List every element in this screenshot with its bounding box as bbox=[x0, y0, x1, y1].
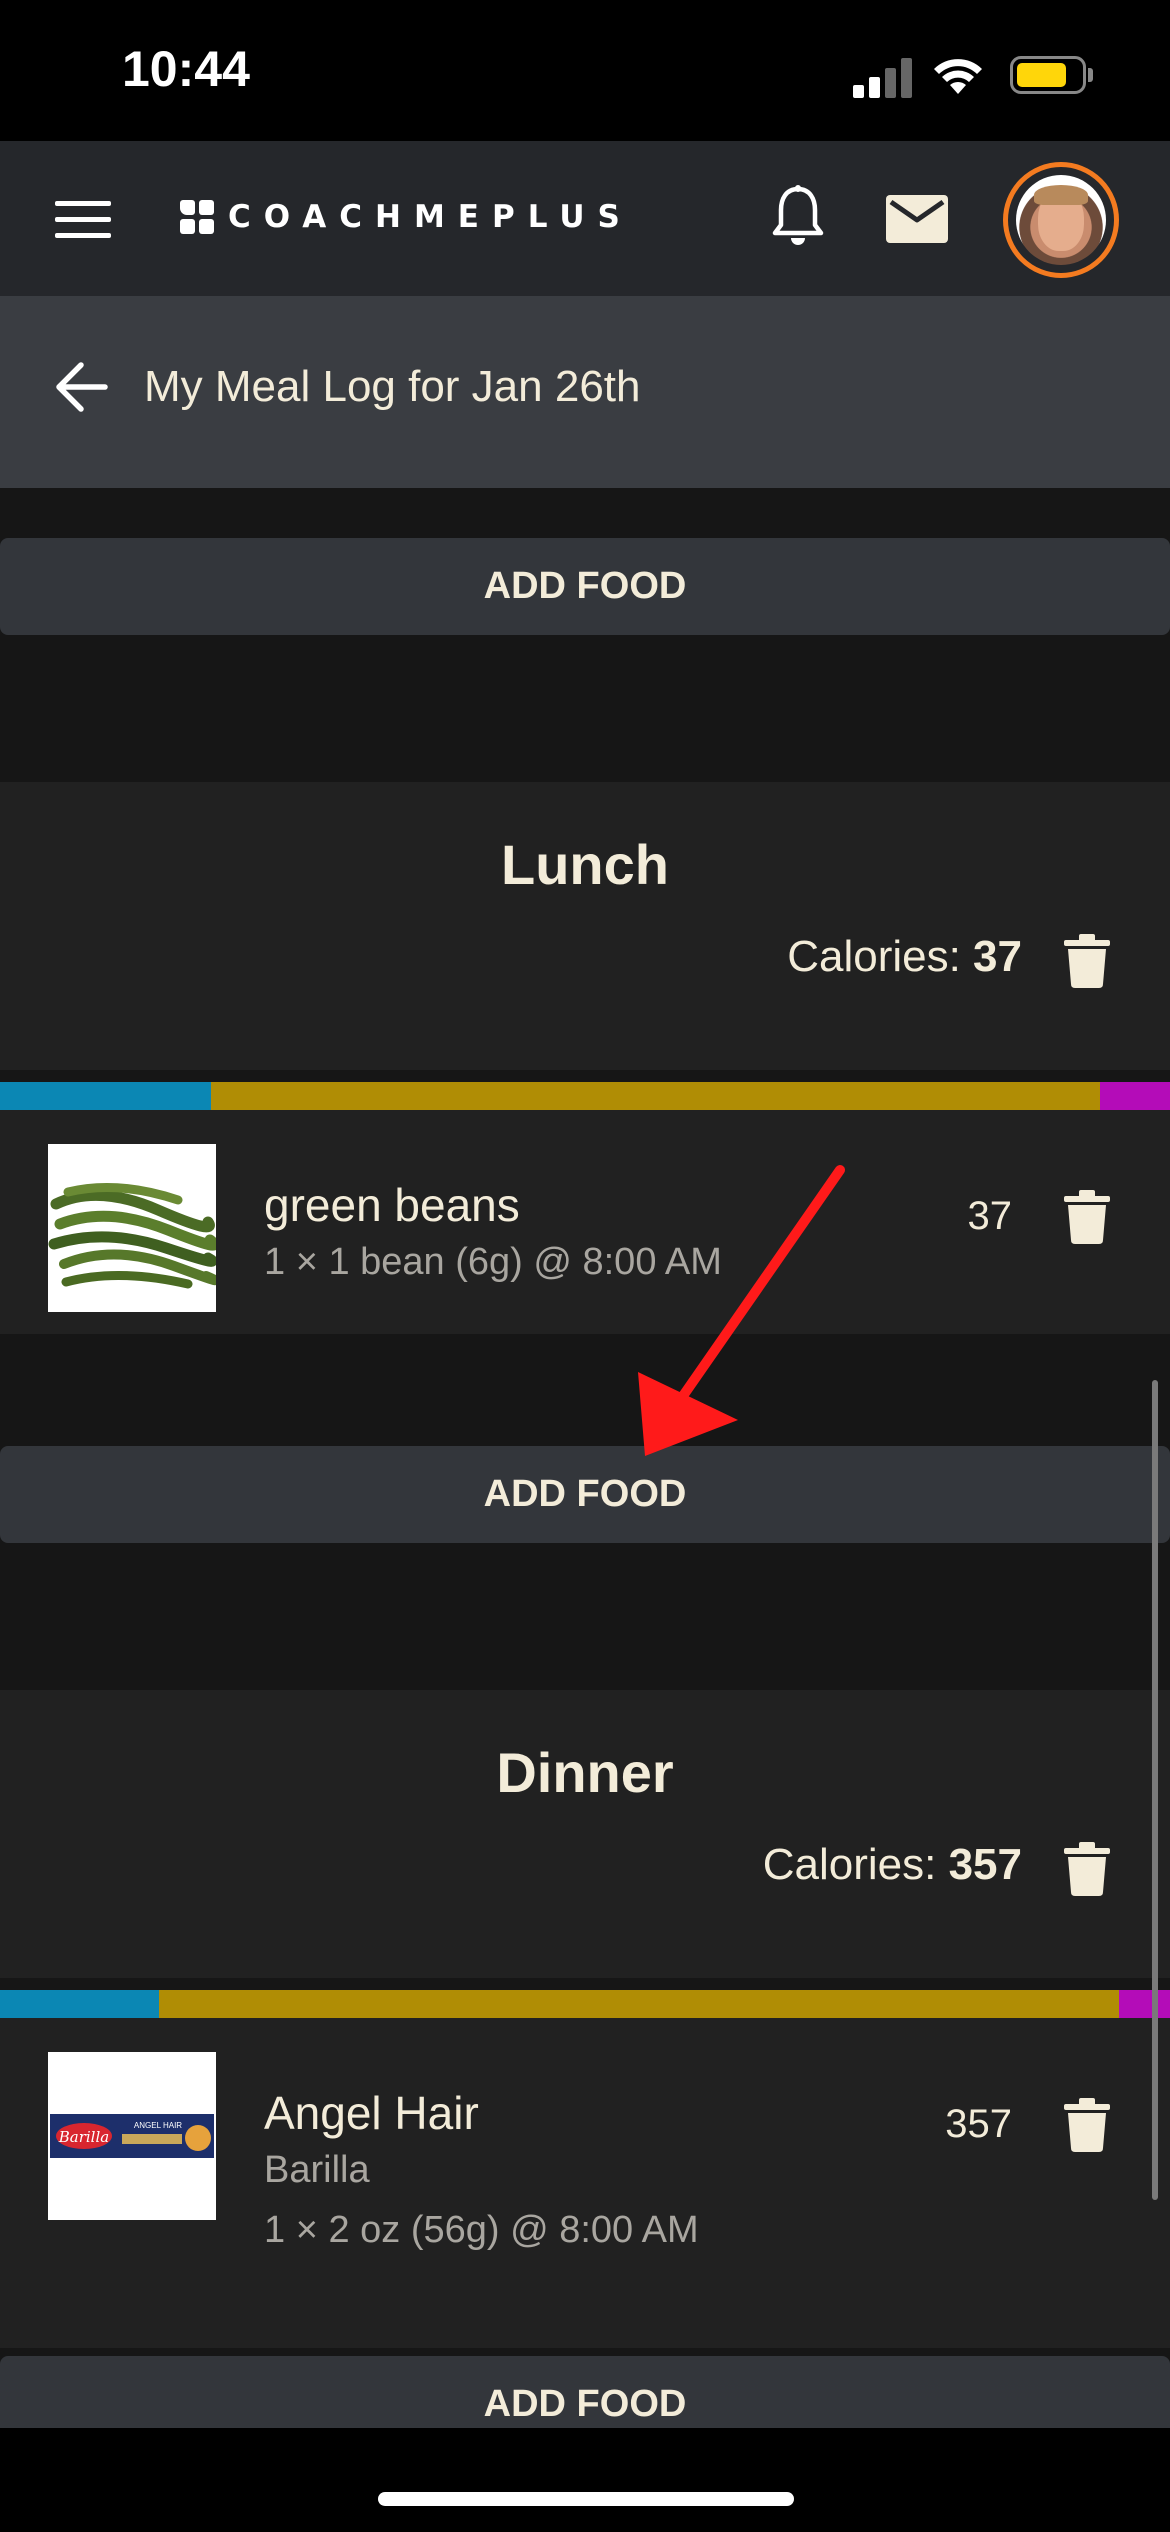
macro-segment bbox=[0, 1082, 211, 1110]
logo-mark-icon bbox=[180, 200, 214, 234]
svg-text:Barilla: Barilla bbox=[58, 2128, 109, 2146]
meal-title: Lunch bbox=[501, 833, 669, 896]
home-bar-area bbox=[0, 2428, 1170, 2532]
meal-title: Dinner bbox=[496, 1741, 674, 1804]
calories-value: 37 bbox=[973, 932, 1022, 981]
barilla-box-picture: Barilla ANGEL HAIR bbox=[48, 2052, 216, 2220]
add-food-button-dinner[interactable]: ADD FOOD bbox=[0, 2356, 1170, 2428]
food-name: Angel Hair bbox=[264, 2087, 479, 2139]
wifi-icon bbox=[934, 59, 982, 94]
macro-segment bbox=[1099, 1082, 1170, 1110]
home-indicator[interactable] bbox=[378, 2492, 794, 2506]
macro-segment bbox=[1118, 1990, 1170, 2018]
food-serving-detail: 1 × 2 oz (56g) @ 8:00 AM bbox=[264, 2209, 699, 2251]
calories-value: 357 bbox=[948, 1840, 1022, 1889]
page-title: My Meal Log for Jan 26th bbox=[144, 362, 641, 411]
meal-header-lunch: Lunch Calories: 37 bbox=[0, 782, 1170, 1070]
food-calories: 37 bbox=[967, 1194, 1013, 1238]
app-header: COACHMEPLUS bbox=[0, 141, 1170, 296]
add-food-button-lunch[interactable]: ADD FOOD bbox=[0, 1446, 1170, 1543]
add-food-button-breakfast[interactable]: ADD FOOD bbox=[0, 538, 1170, 635]
calories-label: Calories: bbox=[762, 1840, 949, 1889]
messages-mail-icon[interactable] bbox=[886, 195, 948, 243]
delete-food-trash-icon[interactable] bbox=[1064, 1190, 1110, 1244]
delete-meal-trash-icon[interactable] bbox=[1064, 1842, 1110, 1896]
macro-bar-dinner bbox=[0, 1990, 1170, 2018]
avatar-photo bbox=[1016, 175, 1106, 265]
logo-text: COACHMEPLUS bbox=[228, 199, 633, 235]
battery-level bbox=[1017, 63, 1066, 87]
green-beans-picture bbox=[48, 1144, 216, 1312]
meal-log-content: ADD FOOD Lunch Calories: 37 green beans … bbox=[0, 488, 1170, 2428]
food-item-green-beans[interactable]: green beans 1 × 1 bean (6g) @ 8:00 AM 37 bbox=[0, 1110, 1170, 1334]
menu-icon[interactable] bbox=[55, 201, 111, 239]
battery-tip bbox=[1088, 68, 1093, 82]
macro-bar-lunch bbox=[0, 1082, 1170, 1110]
title-bar: My Meal Log for Jan 26th bbox=[0, 296, 1170, 488]
food-calories: 357 bbox=[945, 2102, 1012, 2146]
battery-icon bbox=[1010, 56, 1086, 94]
meal-calories: Calories: 357 bbox=[763, 1840, 1022, 1890]
calories-label: Calories: bbox=[787, 932, 974, 981]
meal-header-dinner: Dinner Calories: 357 bbox=[0, 1690, 1170, 1978]
meal-calories: Calories: 37 bbox=[787, 932, 1022, 982]
status-time: 10:44 bbox=[122, 41, 250, 97]
scrollbar[interactable] bbox=[1152, 1380, 1158, 2200]
user-avatar[interactable] bbox=[1003, 162, 1119, 278]
food-brand: Barilla bbox=[264, 2149, 370, 2191]
svg-text:ANGEL HAIR: ANGEL HAIR bbox=[134, 2121, 182, 2130]
macro-segment bbox=[159, 1990, 1119, 2018]
food-name: green beans bbox=[264, 1179, 520, 1231]
angel-hair-image: Barilla ANGEL HAIR bbox=[48, 2052, 216, 2220]
food-serving-detail: 1 × 1 bean (6g) @ 8:00 AM bbox=[264, 1241, 722, 1283]
back-arrow-icon[interactable] bbox=[55, 361, 109, 413]
delete-food-trash-icon[interactable] bbox=[1064, 2098, 1110, 2152]
macro-segment bbox=[0, 1990, 160, 2018]
food-item-angel-hair[interactable]: Barilla ANGEL HAIR Angel Hair Barilla 1 … bbox=[0, 2018, 1170, 2348]
delete-meal-trash-icon[interactable] bbox=[1064, 934, 1110, 988]
logo[interactable]: COACHMEPLUS bbox=[180, 199, 633, 235]
macro-segment bbox=[210, 1082, 1100, 1110]
cellular-signal-icon bbox=[853, 58, 913, 98]
green-beans-image bbox=[48, 1144, 216, 1312]
notifications-bell-icon[interactable] bbox=[772, 185, 824, 249]
status-bar: 10:44 bbox=[0, 0, 1170, 141]
